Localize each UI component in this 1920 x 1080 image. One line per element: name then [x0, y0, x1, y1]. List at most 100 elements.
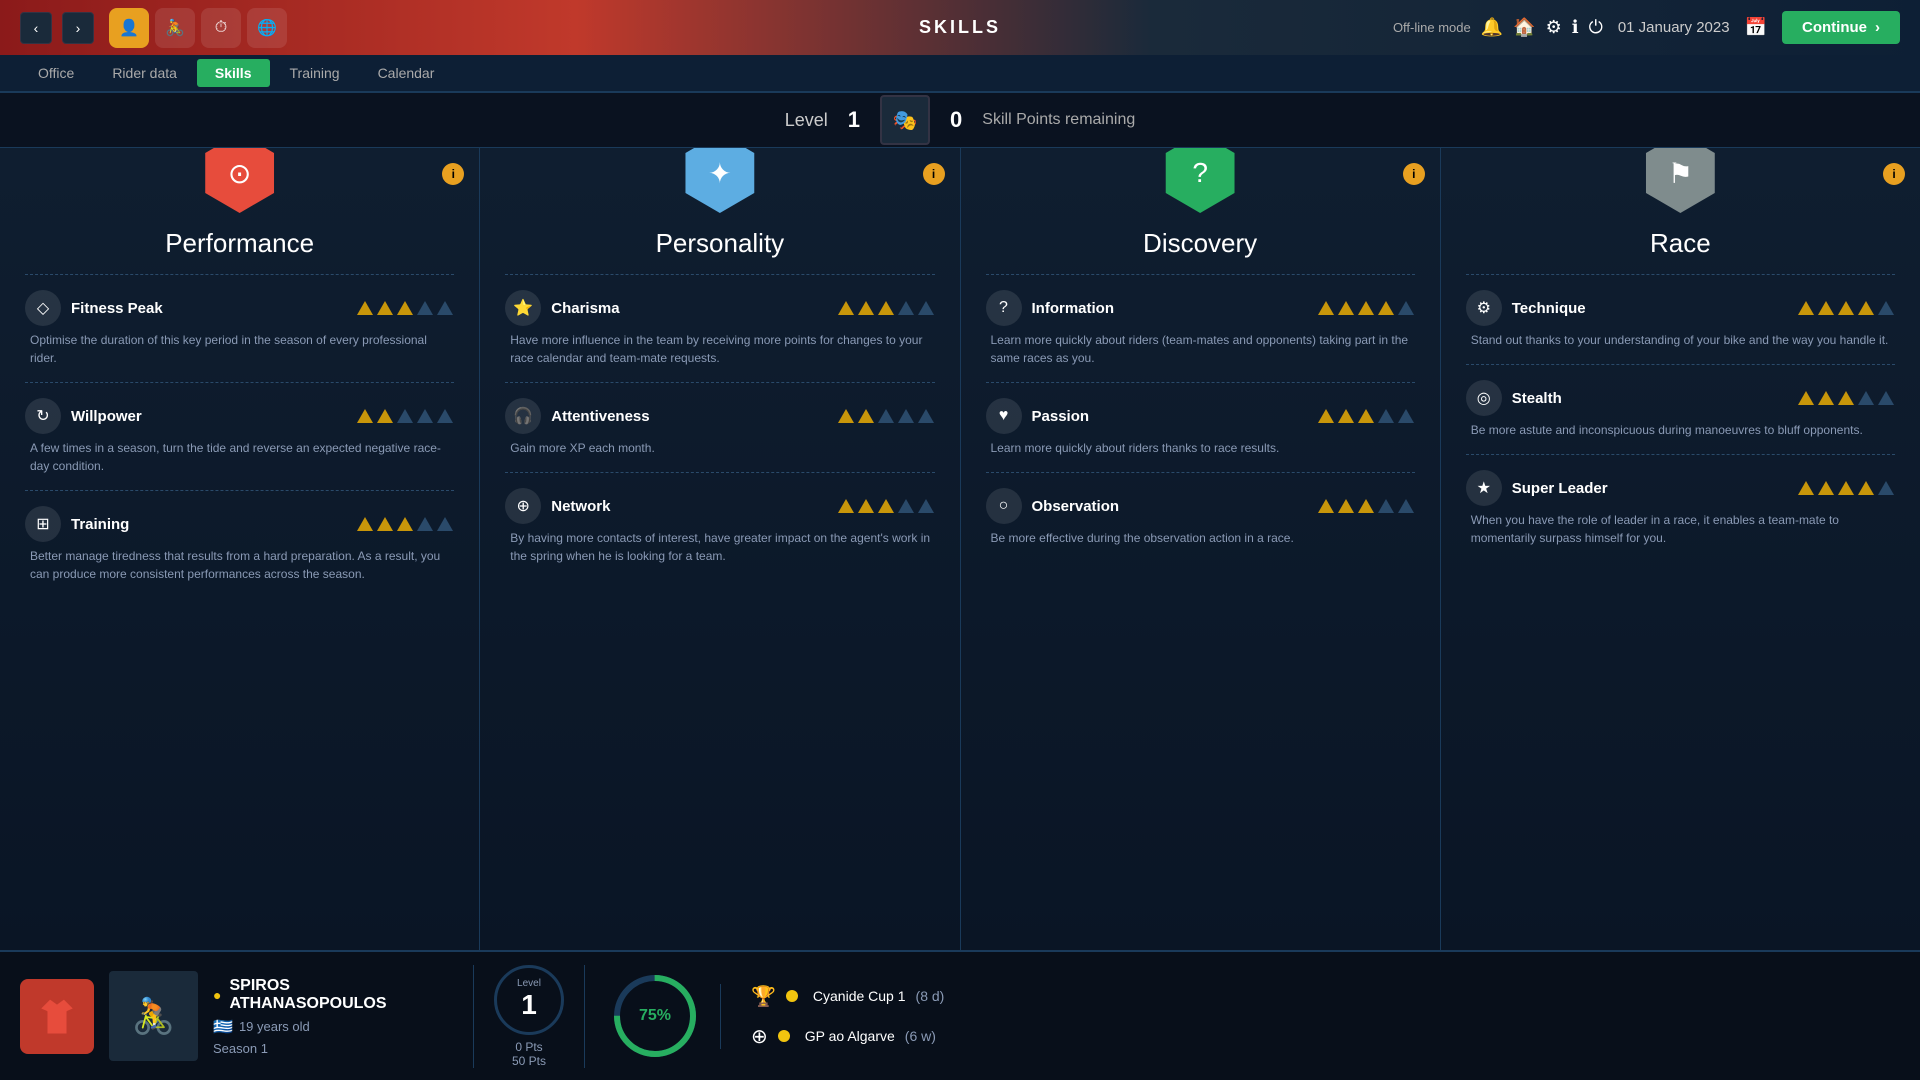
skill-attentiveness: 🎧 Attentiveness Gain more XP each month.: [505, 398, 934, 457]
willpower-icon: ↻: [25, 398, 61, 434]
skill-charisma: ⭐ Charisma Have more influence in the te…: [505, 290, 934, 367]
tab-calendar[interactable]: Calendar: [360, 59, 453, 87]
back-button[interactable]: ‹: [20, 12, 52, 44]
skill-stealth: ◎ Stealth Be more astute and inconspicuo…: [1466, 380, 1895, 439]
level-progress: Level 1 0 Pts 50 Pts: [473, 965, 585, 1068]
charisma-icon: ⭐: [505, 290, 541, 326]
power-icon[interactable]: ⏻: [1589, 17, 1603, 38]
star2: [377, 409, 393, 423]
tab-rider-data[interactable]: Rider data: [94, 59, 195, 87]
star2: [1338, 499, 1354, 513]
skill-training: ⊞ Training Better manage tiredness that …: [25, 506, 454, 583]
passion-name: Passion: [1032, 408, 1305, 425]
race-name-1: Cyanide Cup 1: [813, 988, 906, 1004]
star4: [1378, 301, 1394, 315]
tab-training[interactable]: Training: [272, 59, 358, 87]
race-card: ⚑ i Race ⚙ Technique Stand out thanks to…: [1441, 148, 1920, 950]
tab-skills[interactable]: Skills: [197, 59, 270, 87]
discovery-info-badge[interactable]: i: [1403, 163, 1425, 185]
level-bar: Level 1 🎭 0 Skill Points remaining: [0, 93, 1920, 148]
charisma-name: Charisma: [551, 300, 824, 317]
star2: [377, 517, 393, 531]
training-desc: Better manage tiredness that results fro…: [25, 547, 454, 583]
willpower-stars: [354, 408, 454, 424]
fitness-peak-stars: [354, 300, 454, 316]
personality-info-badge[interactable]: i: [923, 163, 945, 185]
gear-icon[interactable]: ⚙: [1546, 17, 1562, 38]
skill-cards-area: ⊙ i Performance ◇ Fitness Peak Optimise …: [0, 148, 1920, 950]
star4: [417, 301, 433, 315]
star5: [1398, 409, 1414, 423]
skill-information: ? Information Learn more quickly about r…: [986, 290, 1415, 367]
calendar-icon[interactable]: 📅: [1745, 17, 1767, 38]
nav-tabs: Office Rider data Skills Training Calend…: [0, 55, 1920, 93]
performance-info-badge[interactable]: i: [442, 163, 464, 185]
super-leader-stars: [1795, 480, 1895, 496]
discovery-title: Discovery: [986, 228, 1415, 259]
star5: [1878, 391, 1894, 405]
star1: [1798, 481, 1814, 495]
star1: [1798, 301, 1814, 315]
race-info-badge[interactable]: i: [1883, 163, 1905, 185]
trophy-icon: 🏆: [751, 984, 776, 1009]
star5: [918, 409, 934, 423]
skill-points-number: 0: [950, 107, 962, 133]
super-leader-icon: ★: [1466, 470, 1502, 506]
star5: [437, 409, 453, 423]
nav-icon-rider[interactable]: 👤: [109, 8, 149, 48]
personality-title: Personality: [505, 228, 934, 259]
network-desc: By having more contacts of interest, hav…: [505, 529, 934, 565]
star1: [838, 409, 854, 423]
forward-button[interactable]: ›: [62, 12, 94, 44]
race-hex-icon: ⚑: [1640, 148, 1720, 213]
star1: [357, 409, 373, 423]
tab-office[interactable]: Office: [20, 59, 92, 87]
personality-card: ✦ i Personality ⭐ Charisma Have more inf…: [480, 148, 960, 950]
nav-icon-clock[interactable]: ⏱: [201, 8, 241, 48]
continue-button[interactable]: Continue ›: [1782, 11, 1900, 44]
observation-icon: ○: [986, 488, 1022, 524]
skill-willpower: ↻ Willpower A few times in a season, tur…: [25, 398, 454, 475]
info-icon[interactable]: ℹ: [1572, 17, 1579, 38]
nav-icon-bike[interactable]: 🚴: [155, 8, 195, 48]
technique-stars: [1795, 300, 1895, 316]
level-circle-label: Level: [517, 978, 541, 989]
skill-observation: ○ Observation Be more effective during t…: [986, 488, 1415, 547]
home-icon[interactable]: 🏠: [1513, 17, 1535, 38]
information-desc: Learn more quickly about riders (team-ma…: [986, 331, 1415, 367]
star2: [858, 409, 874, 423]
fitness-peak-name: Fitness Peak: [71, 300, 344, 317]
bell-icon[interactable]: 🔔: [1481, 17, 1503, 38]
fitness-peak-icon: ◇: [25, 290, 61, 326]
star4: [898, 499, 914, 513]
star2: [858, 499, 874, 513]
technique-name: Technique: [1512, 300, 1785, 317]
star2: [1818, 481, 1834, 495]
star4: [1858, 391, 1874, 405]
star3: [397, 301, 413, 315]
charisma-desc: Have more influence in the team by recei…: [505, 331, 934, 367]
star3: [397, 517, 413, 531]
progress-ring-text: 75%: [639, 1007, 671, 1025]
star2: [1338, 409, 1354, 423]
stealth-icon: ◎: [1466, 380, 1502, 416]
star5: [1398, 301, 1414, 315]
nav-icon-globe[interactable]: 🌐: [247, 8, 287, 48]
star4: [898, 409, 914, 423]
passion-desc: Learn more quickly about riders thanks t…: [986, 439, 1415, 457]
star1: [1318, 409, 1334, 423]
information-icon: ?: [986, 290, 1022, 326]
jersey-icon: [20, 979, 94, 1054]
charisma-stars: [835, 300, 935, 316]
super-leader-name: Super Leader: [1512, 480, 1785, 497]
stealth-stars: [1795, 390, 1895, 406]
star2: [1818, 391, 1834, 405]
star1: [357, 517, 373, 531]
race-date-2: (6 w): [905, 1028, 936, 1044]
star3: [397, 409, 413, 423]
offline-mode-label: Off-line mode: [1393, 20, 1471, 35]
star4: [898, 301, 914, 315]
observation-desc: Be more effective during the observation…: [986, 529, 1415, 547]
race-item-1: 🏆 Cyanide Cup 1 (8 d): [751, 984, 944, 1009]
star2: [1338, 301, 1354, 315]
